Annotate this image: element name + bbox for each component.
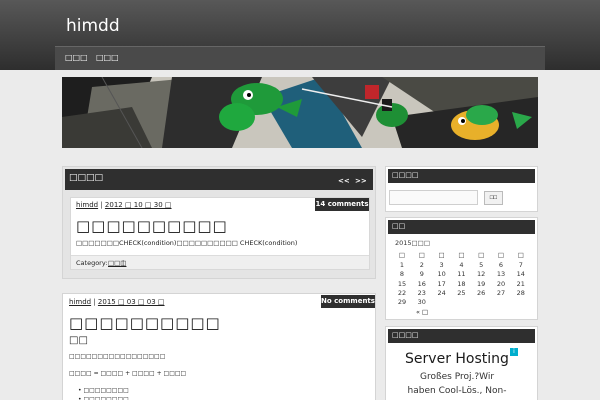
post-author-link[interactable]: himdd [76, 201, 98, 209]
comments-badge-2[interactable]: No comments [321, 295, 375, 308]
category-label: Category: [76, 259, 108, 267]
calendar-day: 4 [459, 261, 464, 269]
calendar-widget-title: □□ [388, 220, 535, 234]
nav-item-2[interactable]: □□□ [96, 53, 119, 62]
calendar-day: 20 [496, 279, 506, 288]
calendar-weekday: □ [458, 251, 465, 259]
calendar-day: 25 [457, 288, 466, 297]
calendar-day: 2 [419, 261, 424, 269]
calendar-month: 2015□□□ [395, 239, 430, 247]
calendar-day: 30 [417, 298, 426, 307]
calendar-day: 7 [518, 261, 523, 269]
post-bullet-text: □□□□□□□□ [83, 387, 129, 394]
calendar-day: 16 [417, 279, 426, 288]
calendar-day: 10 [437, 270, 446, 279]
ad-widget-title-text: □□□□ [392, 331, 419, 339]
calendar-day: 11 [457, 270, 466, 279]
calendar-day: 23 [417, 288, 426, 297]
calendar-day: 28 [516, 288, 525, 297]
post-author-link-2[interactable]: himdd [69, 298, 91, 306]
calendar-day: 9 [419, 270, 424, 279]
calendar-day: 17 [437, 279, 446, 288]
ad-headline[interactable]: Server Hosting [395, 351, 519, 367]
calendar-day: 1 [399, 261, 405, 269]
main-header-title: □□□□ [69, 173, 104, 183]
post-line-2: □□□□ = □□□□ + □□□□ + □□□□ [69, 370, 187, 377]
calendar-weekday: □ [438, 251, 445, 259]
calendar-day: 22 [397, 288, 407, 297]
category-separator: | [122, 259, 125, 267]
prev-link[interactable]: << [338, 177, 350, 185]
meta-separator: | [100, 201, 103, 209]
search-widget-title-text: □□□□ [392, 171, 419, 179]
header-banner-image [62, 77, 538, 148]
calendar-day: 13 [496, 270, 506, 279]
calendar-day: 18 [457, 279, 466, 288]
post-card-2 [62, 293, 376, 400]
ad-widget-title: □□□□ [388, 329, 535, 343]
calendar-day: 19 [477, 279, 486, 288]
calendar-day: 24 [437, 288, 446, 297]
main-nav: □□□ □□□ [55, 46, 545, 70]
calendar-day: 27 [496, 288, 506, 297]
calendar-day: 8 [399, 270, 405, 279]
calendar-day: 15 [397, 279, 407, 288]
calendar-widget-title-text: □□ [392, 222, 406, 230]
calendar-weekday: □ [497, 251, 505, 259]
post-meta: himdd | 2012 □ 10 □ 30 □ [76, 201, 172, 209]
post-date-link[interactable]: 2012 □ 10 □ 30 □ [105, 201, 172, 209]
search-widget-title: □□□□ [388, 169, 535, 183]
ad-line-1: Großes Proj.?Wir [419, 372, 495, 382]
calendar-day: 29 [397, 298, 407, 307]
post-footer: Category: □□□ | [71, 255, 369, 269]
calendar-weekday: □ [418, 251, 425, 259]
ad-line-2: haben Cool-Lös., Non- [407, 386, 507, 396]
calendar-day: 3 [439, 261, 444, 269]
search-button[interactable]: □□ [484, 191, 503, 205]
post-title[interactable]: □□□□□□□□□□ [76, 217, 228, 235]
calendar-day: 5 [479, 261, 484, 269]
calendar-day: 14 [516, 270, 525, 279]
post-subtitle: □□ [69, 335, 88, 346]
calendar-day: 21 [516, 279, 525, 288]
nav-item-1[interactable]: □□□ [65, 53, 88, 62]
search-input[interactable] [389, 190, 478, 205]
post-bullet-text: □□□□□□□□ [83, 396, 129, 400]
post-title-2[interactable]: □□□□□□□□□□ [69, 314, 221, 332]
post-bullet: • □□□□□□□□ [78, 396, 129, 400]
calendar-day: 6 [498, 261, 504, 269]
main-header-bar: □□□□ << >> [65, 169, 373, 190]
comments-badge[interactable]: 14 comments [315, 198, 369, 211]
calendar-weekday: □ [478, 251, 485, 259]
post-date-link-2[interactable]: 2015 □ 03 □ 03 □ [98, 298, 165, 306]
calendar-prev-link[interactable]: « □ [416, 308, 428, 316]
site-title[interactable]: himdd [66, 16, 120, 36]
calendar-weekday: □ [517, 251, 524, 259]
post-bullet: • □□□□□□□□ [78, 387, 129, 394]
meta-separator-2: | [93, 298, 96, 306]
ad-banner[interactable]: i Server Hosting Großes Proj.?Wir haben … [395, 345, 519, 400]
next-link[interactable]: >> [355, 177, 367, 185]
post-excerpt: □□□□□□□CHECK(condition)□□□□□□□□□□ CHECK(… [76, 239, 298, 247]
post-line-1: □□□□□□□□□□□□□□□□□ [69, 353, 166, 360]
calendar-day: 12 [477, 270, 486, 279]
calendar-weekday: □ [398, 251, 406, 259]
post-meta-2: himdd | 2015 □ 03 □ 03 □ [69, 298, 165, 306]
calendar-day: 26 [477, 288, 486, 297]
site-header: himdd □□□ □□□ [0, 0, 600, 70]
